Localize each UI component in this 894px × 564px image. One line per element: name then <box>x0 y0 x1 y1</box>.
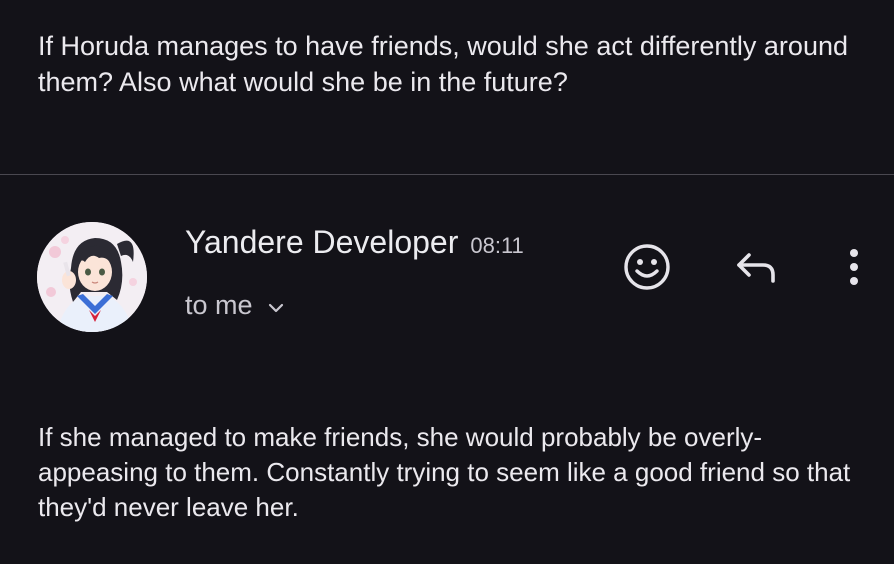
recipient-label: to me <box>185 289 253 320</box>
smiley-icon <box>624 244 670 290</box>
recipient-toggle[interactable]: to me <box>185 288 285 322</box>
reply-icon <box>737 253 775 283</box>
message-divider <box>0 174 894 175</box>
more-vertical-icon <box>850 249 858 285</box>
sender-name[interactable]: Yandere Developer <box>185 224 458 261</box>
avatar-illustration <box>37 222 147 332</box>
add-reaction-button[interactable] <box>622 242 672 292</box>
reply-button[interactable] <box>733 247 781 287</box>
email-body: If she managed to make friends, she woul… <box>38 422 851 522</box>
quoted-message-text: If Horuda manages to have friends, would… <box>38 31 848 97</box>
more-options-button[interactable] <box>842 242 866 292</box>
sender-header: Yandere Developer 08:11 <box>185 224 524 264</box>
message-time: 08:11 <box>470 233 524 258</box>
chevron-down-icon <box>267 290 285 321</box>
sender-avatar[interactable] <box>37 222 147 332</box>
